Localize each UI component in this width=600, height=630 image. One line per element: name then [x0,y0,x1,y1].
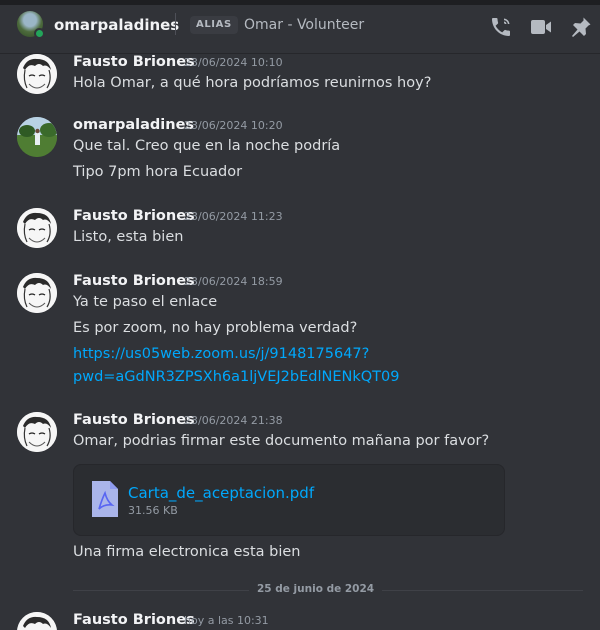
message-text: Que tal. Creo que en la noche podría [73,138,341,154]
message-text: Hola Omar, a qué hora podríamos reunirno… [73,75,432,91]
file-attachment[interactable]: Carta_de_aceptacion.pdf 31.56 KB [73,464,505,536]
zoom-link[interactable]: https://us05web.zoom.us/j/9148175647? [73,346,369,362]
avatar[interactable] [17,412,57,452]
avatar[interactable] [17,273,57,313]
message-text: Listo, esta bien [73,229,184,245]
avatar[interactable] [17,54,57,94]
message-timestamp: 23/06/2024 11:23 [184,210,283,223]
message-author[interactable]: Fausto Briones [73,273,195,289]
message-timestamp: 23/06/2024 18:59 [184,275,283,288]
dm-header: omarpaladines ALIAS Omar - Volunteer [0,0,600,54]
anime-avatar-image [17,612,57,630]
message-author[interactable]: Fausto Briones [73,412,195,428]
message-text: Ya te paso el enlace [73,294,218,310]
message-text: Una firma electronica esta bien [73,544,301,560]
message-group: Fausto Briones 23/06/2024 10:10 Hola Oma… [0,54,600,104]
date-divider-label: 25 de junio de 2024 [249,583,383,595]
avatar[interactable] [17,117,57,157]
online-status-indicator [34,28,45,39]
anime-avatar-image [17,208,57,248]
alias-tag: ALIAS [190,16,238,34]
message-author[interactable]: Fausto Briones [73,54,195,70]
message-text: Tipo 7pm hora Ecuador [73,164,243,180]
message-group: Fausto Briones hoy a las 10:31 [0,612,600,630]
attachment-size: 31.56 KB [128,504,178,517]
message-text: Omar, podrias firmar este documento maña… [73,433,490,449]
anime-avatar-image [17,54,57,94]
header-separator [175,13,176,35]
message-author[interactable]: omarpaladines [73,117,194,133]
anime-avatar-image [17,273,57,313]
message-group: Fausto Briones 23/06/2024 11:23 Listo, e… [0,208,600,258]
attachment-filename[interactable]: Carta_de_aceptacion.pdf [128,484,314,502]
message-group: Fausto Briones 23/06/2024 18:59 Ya te pa… [0,273,600,393]
message-group: omarpaladines 23/06/2024 10:20 Que tal. … [0,117,600,187]
message-author[interactable]: Fausto Briones [73,612,195,628]
video-call-icon[interactable] [529,15,553,39]
dm-username[interactable]: omarpaladines [54,16,179,34]
message-timestamp: 23/06/2024 21:38 [184,414,283,427]
message-timestamp: hoy a las 10:31 [184,614,269,627]
pdf-file-icon [90,479,120,519]
message-author[interactable]: Fausto Briones [73,208,195,224]
alias-value: Omar - Volunteer [244,17,365,33]
avatar[interactable] [17,612,57,630]
message-text: Es por zoom, no hay problema verdad? [73,320,358,336]
pin-icon[interactable] [569,15,593,39]
zoom-link[interactable]: pwd=aGdNR3ZPSXh6a1ljVEJ2bEdlNENkQT09 [73,369,399,385]
message-timestamp: 23/06/2024 10:10 [184,56,283,69]
voice-call-icon[interactable] [489,15,513,39]
message-timestamp: 23/06/2024 10:20 [184,119,283,132]
photo-avatar-image [17,117,57,157]
anime-avatar-image [17,412,57,452]
avatar[interactable] [17,208,57,248]
